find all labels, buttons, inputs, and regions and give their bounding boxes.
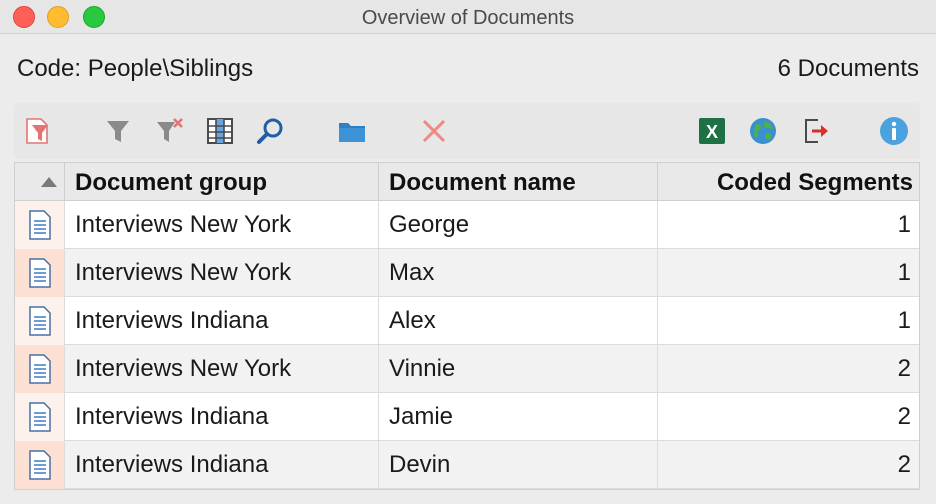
sort-column-header[interactable] xyxy=(15,163,65,201)
table-row[interactable]: Interviews New York Vinnie 2 xyxy=(15,345,919,393)
table-row[interactable]: Interviews New York Max 1 xyxy=(15,249,919,297)
sort-ascending-icon xyxy=(41,177,57,187)
table-row[interactable]: Interviews New York George 1 xyxy=(15,201,919,249)
document-icon xyxy=(15,201,65,249)
excel-export-icon[interactable]: X xyxy=(694,113,730,149)
document-name-cell: Vinnie xyxy=(379,345,658,393)
document-name-cell: George xyxy=(379,201,658,249)
coded-segments-cell: 1 xyxy=(897,211,911,238)
overview-window: Overview of Documents Code: People\Sibli… xyxy=(0,0,936,504)
clear-filter-icon[interactable] xyxy=(152,113,188,149)
columns-icon[interactable] xyxy=(202,113,238,149)
table-row[interactable]: Interviews Indiana Devin 2 xyxy=(15,441,919,489)
document-icon xyxy=(15,441,65,489)
document-name-cell: Jamie xyxy=(379,393,658,441)
document-group-cell: Interviews Indiana xyxy=(65,441,379,489)
document-group-cell: Interviews New York xyxy=(65,201,379,249)
coded-segments-cell: 2 xyxy=(897,451,911,478)
coded-segments-cell: 1 xyxy=(897,307,911,334)
document-name-cell: Max xyxy=(379,249,658,297)
document-icon xyxy=(15,249,65,297)
toolbar: X xyxy=(14,103,920,159)
column-header-document-group[interactable]: Document group xyxy=(65,163,379,201)
documents-table: Document group Document name Coded Segme… xyxy=(14,162,920,490)
svg-text:X: X xyxy=(706,122,718,142)
document-group-cell: Interviews Indiana xyxy=(65,297,379,345)
table-header: Document group Document name Coded Segme… xyxy=(15,163,919,201)
document-icon xyxy=(15,393,65,441)
info-icon[interactable] xyxy=(876,113,912,149)
window-title: Overview of Documents xyxy=(361,7,575,29)
document-name-cell: Devin xyxy=(379,441,658,489)
document-group-cell: Interviews New York xyxy=(65,249,379,297)
coded-segments-cell: 1 xyxy=(897,259,911,286)
export-icon[interactable] xyxy=(798,113,834,149)
filter-icon[interactable] xyxy=(100,113,136,149)
table-row[interactable]: Interviews Indiana Jamie 2 xyxy=(15,393,919,441)
document-group-cell: Interviews New York xyxy=(65,345,379,393)
document-group-cell: Interviews Indiana xyxy=(65,393,379,441)
document-icon xyxy=(15,297,65,345)
document-count: 6 Documents xyxy=(777,55,919,82)
column-header-document-name[interactable]: Document name xyxy=(379,163,658,201)
delete-icon[interactable] xyxy=(416,113,452,149)
document-name-cell: Alex xyxy=(379,297,658,345)
web-export-icon[interactable] xyxy=(745,113,781,149)
filter-active-icon[interactable] xyxy=(20,113,56,149)
table-row[interactable]: Interviews Indiana Alex 1 xyxy=(15,297,919,345)
search-icon[interactable] xyxy=(252,113,288,149)
coded-segments-cell: 2 xyxy=(897,355,911,382)
title-bar: Overview of Documents xyxy=(0,0,936,34)
coded-segments-cell: 2 xyxy=(897,403,911,430)
document-icon xyxy=(15,345,65,393)
column-header-coded-segments[interactable]: Coded Segments xyxy=(658,163,919,201)
code-label: Code: People\Siblings xyxy=(17,55,254,82)
folder-icon[interactable] xyxy=(334,113,370,149)
